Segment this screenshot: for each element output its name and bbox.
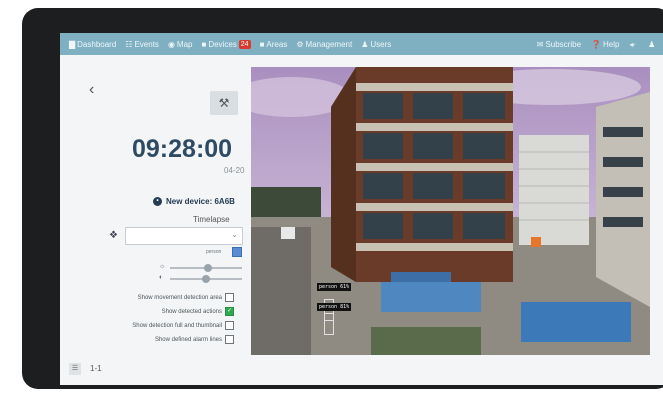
- slider-knob[interactable]: [202, 275, 210, 283]
- slider-knob[interactable]: [204, 264, 212, 272]
- users-icon: ♟: [361, 39, 369, 49]
- chart-icon: ▇: [69, 39, 76, 49]
- current-time: 09:28:00: [132, 135, 233, 163]
- option-detected-actions[interactable]: Show detected actions ✓: [162, 307, 234, 316]
- volume-icon: ◂·: [629, 39, 637, 49]
- nav-help[interactable]: ❓ Help: [591, 40, 619, 49]
- nav-events[interactable]: ☷ Events: [125, 40, 159, 49]
- areas-icon: ■: [259, 39, 265, 49]
- nav-label: Subscribe: [545, 39, 582, 49]
- devices-count-badge: 24: [238, 39, 251, 49]
- nav-map[interactable]: ◉ Map: [168, 40, 193, 49]
- current-date: 04-20: [224, 166, 245, 175]
- events-icon: ☷: [125, 39, 133, 49]
- app-screen: ▇ Dashboard ☷ Events ◉ Map ■ Devices 24 ■ Area…: [60, 33, 663, 385]
- contrast-slider[interactable]: [170, 275, 242, 283]
- option-movement-area[interactable]: Show movement detection area: [138, 293, 234, 302]
- device-status-icon: •: [153, 197, 162, 206]
- option-detection-thumbnail[interactable]: Show detection full and thumbnail: [132, 321, 234, 330]
- option-label: Show detection full and thumbnail: [132, 322, 222, 329]
- camera-feed[interactable]: person 61% person 81%: [251, 67, 650, 355]
- option-checkbox[interactable]: [225, 335, 234, 344]
- option-label: Show detected actions: [161, 308, 222, 315]
- nav-dashboard[interactable]: ▇ Dashboard: [69, 40, 116, 49]
- device-name: New device: 6A6B: [166, 197, 235, 206]
- nav-devices[interactable]: ■ Devices 24: [201, 39, 251, 49]
- back-button[interactable]: ‹: [89, 81, 94, 99]
- brightness-slider[interactable]: [170, 264, 242, 272]
- nav-label: Map: [176, 39, 193, 49]
- map-pin-icon: ◉: [167, 39, 175, 49]
- option-alarm-lines[interactable]: Show defined alarm lines: [155, 335, 234, 344]
- tablet-frame: ▇ Dashboard ☷ Events ◉ Map ■ Devices 24 ■ Area…: [22, 8, 663, 389]
- detection-label: person 61%: [317, 283, 352, 291]
- detection-label: person 81%: [317, 303, 352, 311]
- profile-button[interactable]: ♟: [648, 40, 657, 49]
- detection-box: [324, 313, 334, 335]
- top-navigation: ▇ Dashboard ☷ Events ◉ Map ■ Devices 24 ■ Area…: [60, 33, 663, 55]
- gear-icon: ⚙: [296, 39, 304, 49]
- menu-icon[interactable]: ☰: [69, 363, 81, 375]
- nav-management[interactable]: ⚙ Management: [296, 40, 352, 49]
- nav-users[interactable]: ♟ Users: [361, 40, 391, 49]
- user-icon: ♟: [648, 39, 656, 49]
- panel-footer: ☰ 1-1: [60, 351, 250, 385]
- wrench-icon: ⚒: [218, 96, 230, 110]
- person-filter-checkbox[interactable]: [232, 247, 242, 257]
- option-checkbox[interactable]: [225, 293, 234, 302]
- device-title: • New device: 6A6B: [153, 197, 235, 206]
- settings-button[interactable]: ⚒: [210, 91, 238, 115]
- help-icon: ❓: [591, 39, 601, 49]
- option-checkbox[interactable]: ✓: [225, 307, 234, 316]
- device-side-panel: ‹ ⚒ 09:28:00 04-20 • New device: 6A6B Tim…: [60, 55, 250, 385]
- volume-button[interactable]: ◂·: [629, 40, 638, 49]
- chevron-left-icon: ‹: [89, 81, 95, 98]
- nav-label: Management: [305, 39, 353, 49]
- envelope-icon: ✉: [536, 39, 544, 49]
- person-filter-label: person: [206, 249, 222, 255]
- page-range: 1-1: [90, 364, 102, 373]
- camera-image: [251, 67, 650, 355]
- nav-label: Devices: [208, 39, 237, 49]
- nav-label: Users: [370, 39, 392, 49]
- nav-label: Dashboard: [77, 39, 117, 49]
- chevron-down-icon: ⌄: [231, 230, 238, 239]
- tag-select[interactable]: ⌄: [125, 227, 243, 245]
- nav-subscribe[interactable]: ✉ Subscribe: [537, 40, 581, 49]
- nav-areas[interactable]: ■ Areas: [260, 40, 288, 49]
- nav-label: Areas: [266, 39, 288, 49]
- tag-icon: ❖: [109, 230, 118, 241]
- mode-label: Timelapse: [193, 215, 230, 224]
- folder-icon: ■: [201, 39, 207, 49]
- nav-label: Help: [602, 39, 620, 49]
- contrast-icon: ◐: [159, 274, 164, 281]
- option-label: Show movement detection area: [137, 294, 222, 301]
- brightness-icon: ☼: [159, 263, 166, 270]
- nav-right-group: ✉Subscribe ❓Help ◂· ♟ ⇥: [527, 40, 663, 49]
- option-label: Show defined alarm lines: [154, 336, 222, 343]
- nav-label: Events: [134, 39, 159, 49]
- option-checkbox[interactable]: [225, 321, 234, 330]
